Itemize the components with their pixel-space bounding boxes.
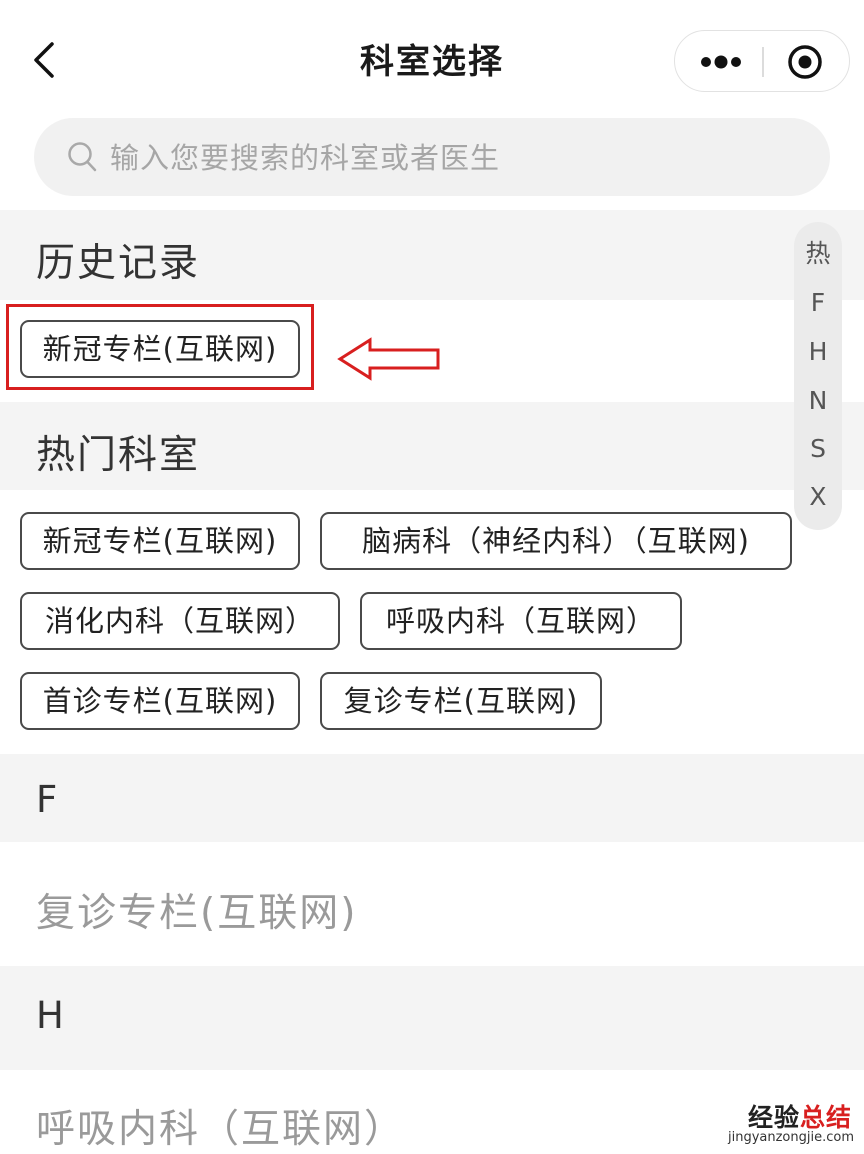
department-name: 呼吸内科（互联网）: [36, 1107, 406, 1152]
hot-tag[interactable]: 复诊专栏(互联网): [320, 672, 602, 730]
index-f[interactable]: F: [794, 279, 842, 327]
group-letter: F: [36, 778, 58, 821]
index-s[interactable]: S: [794, 425, 842, 473]
hot-tag[interactable]: 消化内科（互联网）: [20, 592, 340, 650]
hot-tag[interactable]: 呼吸内科（互联网）: [360, 592, 682, 650]
hot-title: 热门科室: [36, 433, 201, 478]
watermark-brand: 经验总结: [747, 1103, 852, 1132]
index-hot[interactable]: 热: [794, 230, 842, 278]
watermark: 经验总结 jingyanzongjie.com: [712, 1098, 862, 1150]
history-section-header: 历史记录: [0, 210, 864, 300]
hot-tag[interactable]: 新冠专栏(互联网): [20, 512, 300, 570]
history-title: 历史记录: [36, 241, 201, 286]
hot-tag[interactable]: 脑病科（神经内科）（互联网): [320, 512, 792, 570]
search-icon: [68, 142, 97, 172]
hot-section-header: 热门科室: [0, 402, 864, 490]
target-circle-icon: [788, 45, 822, 79]
index-h[interactable]: H: [794, 328, 842, 376]
watermark-url: jingyanzongjie.com: [727, 1130, 854, 1145]
search-bar: [34, 118, 830, 198]
group-header-h: H: [0, 966, 864, 1070]
mini-program-capsule: [674, 30, 850, 92]
index-x[interactable]: X: [794, 473, 842, 521]
index-n[interactable]: N: [794, 377, 842, 425]
hot-tag[interactable]: 首诊专栏(互联网): [20, 672, 300, 730]
more-button[interactable]: [675, 31, 762, 91]
alphabet-index-bar: 热 F H N S X: [794, 222, 842, 530]
group-letter: H: [36, 994, 64, 1037]
close-miniprogram-button[interactable]: [763, 31, 849, 91]
group-header-f: F: [0, 754, 864, 842]
department-name: 复诊专栏(互联网): [36, 891, 358, 936]
annotation-arrow-icon: [337, 337, 440, 381]
annotation-highlight-box: [6, 304, 314, 390]
department-row[interactable]: 复诊专栏(互联网): [0, 842, 864, 966]
more-dots-icon: [701, 55, 741, 69]
search-input[interactable]: [108, 118, 802, 198]
